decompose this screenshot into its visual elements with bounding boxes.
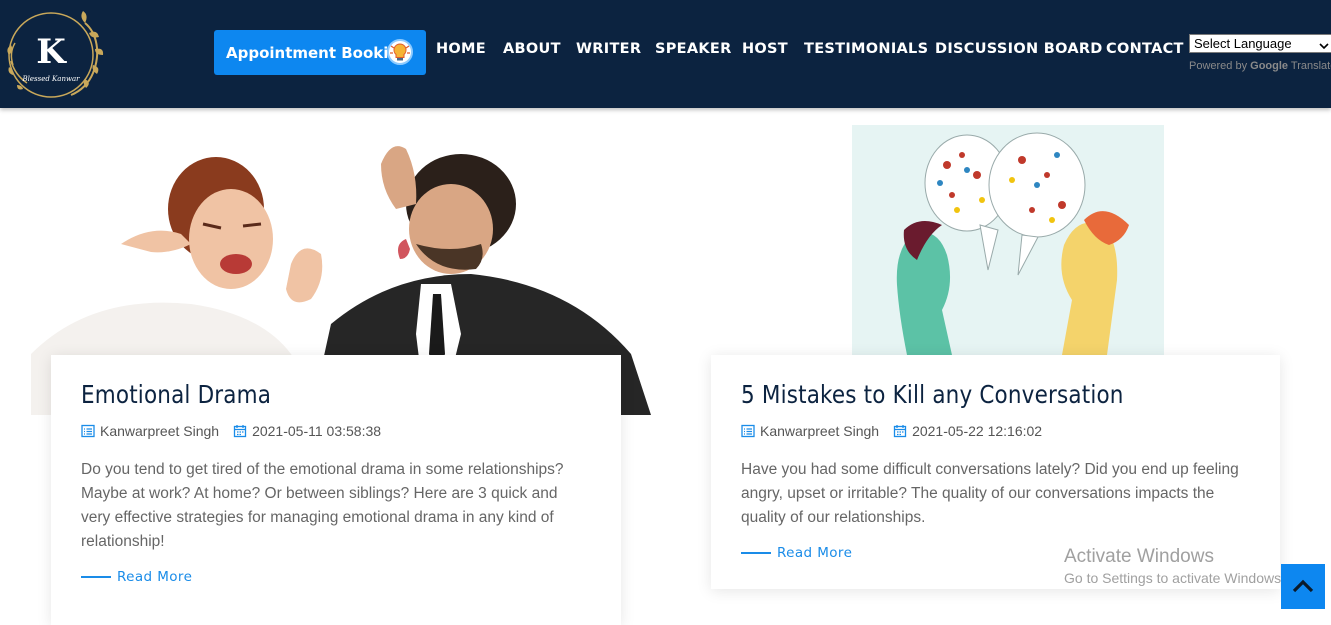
lightbulb-icon [386,38,414,66]
nav-host[interactable]: HOST [742,41,788,57]
list-icon [741,424,755,438]
read-more-label: Read More [777,545,853,561]
nav-discussion-board[interactable]: DISCUSSION BOARD [935,41,1103,57]
post-excerpt: Do you tend to get tired of the emotiona… [81,461,564,550]
list-icon [81,424,95,438]
post-title[interactable]: 5 Mistakes to Kill any Conversation [741,380,1124,409]
nav-speaker[interactable]: SPEAKER [655,41,732,57]
nav-about[interactable]: ABOUT [503,41,561,57]
nav-writer[interactable]: WRITER [576,41,641,57]
post-author: Kanwarpreet Singh [100,423,220,439]
powered-by-text: Powered by [1189,60,1248,72]
post-card: Emotional Drama Kanwarpreet Singh 2021-0… [51,355,621,625]
nav-contact[interactable]: CONTACT [1106,41,1184,57]
language-select[interactable]: Select Language [1189,34,1331,53]
activate-windows-watermark: Activate Windows Go to Settings to activ… [1064,546,1285,586]
activate-windows-subtitle: Go to Settings to activate Windows. [1064,570,1285,586]
activate-windows-title: Activate Windows [1064,546,1214,567]
appointment-booking-button[interactable]: Appointment Booking [214,30,426,75]
post-meta: Kanwarpreet Singh 2021-05-22 12:16:02 [741,423,1042,439]
post-date: 2021-05-11 03:58:38 [252,423,382,439]
conversation-illustration [852,125,1164,355]
translate-link[interactable]: Translate [1291,60,1331,72]
scroll-to-top-button[interactable] [1281,564,1325,609]
read-more-link[interactable]: Read More [81,569,192,585]
appointment-booking-label: Appointment Booking [226,43,410,62]
post-excerpt: Have you had some difficult conversation… [741,461,1239,526]
post-date: 2021-05-22 12:16:02 [912,423,1043,439]
site-header: K Blessed Kanwar Appointment Booking HOM… [0,0,1331,108]
svg-text:K: K [36,32,67,72]
chevron-up-icon [1292,579,1314,593]
nav-home[interactable]: HOME [436,41,486,57]
read-more-line [81,576,111,578]
post-meta: Kanwarpreet Singh 2021-05-11 03:58:38 [81,423,381,439]
svg-text:Blessed Kanwar: Blessed Kanwar [22,75,81,83]
post-image-conversation[interactable] [852,125,1164,355]
calendar-icon [893,425,907,438]
google-translate-attribution: Powered by Google Translate [1189,60,1331,72]
language-select-value: Select Language [1194,36,1292,51]
post-title[interactable]: Emotional Drama [81,380,271,409]
post-author: Kanwarpreet Singh [760,423,880,439]
read-more-label: Read More [117,569,193,585]
google-logo-text[interactable]: Google [1250,60,1288,72]
read-more-link[interactable]: Read More [741,545,852,561]
nav-testimonials[interactable]: TESTIMONIALS [804,41,928,57]
chevron-down-icon [1319,38,1329,50]
calendar-icon [233,425,247,438]
read-more-line [741,552,771,554]
site-logo[interactable]: K Blessed Kanwar [5,3,107,103]
